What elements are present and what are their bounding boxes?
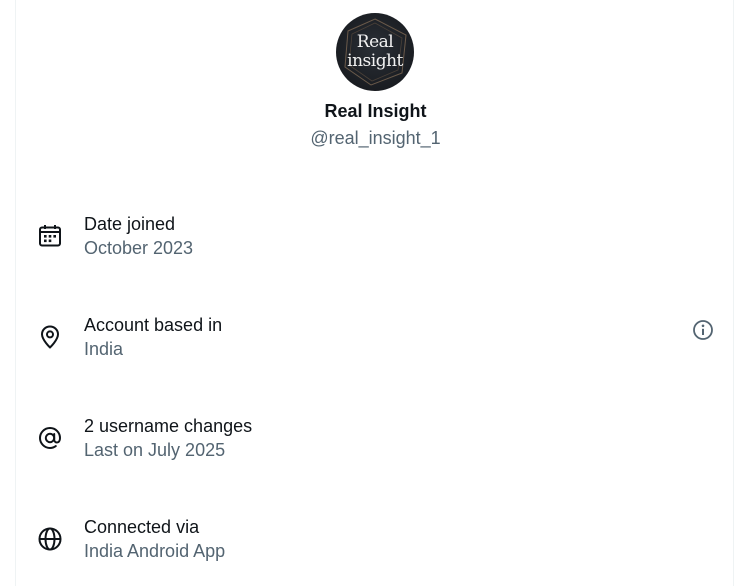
detail-row-account-based-in: Account based in India bbox=[16, 315, 735, 375]
handle: @real_insight_1 bbox=[310, 128, 441, 148]
detail-value: Last on July 2025 bbox=[84, 440, 226, 460]
detail-row-username-changes: 2 username changes Last on July 2025 bbox=[16, 416, 735, 476]
detail-title: Account based in bbox=[84, 315, 223, 335]
globe-icon bbox=[37, 526, 63, 552]
detail-value: October 2023 bbox=[84, 238, 194, 258]
detail-title: Connected via bbox=[84, 517, 200, 537]
detail-value: India bbox=[84, 339, 124, 359]
at-sign-icon bbox=[37, 425, 63, 451]
avatar-text-line1: Real bbox=[356, 32, 394, 52]
calendar-icon bbox=[37, 223, 63, 249]
location-pin-icon bbox=[37, 324, 63, 350]
detail-title: 2 username changes bbox=[84, 416, 253, 436]
about-account-panel: Real insight Real Insight @real_insight_… bbox=[15, 0, 734, 586]
info-icon[interactable] bbox=[692, 319, 714, 341]
detail-row-connected-via: Connected via India Android App bbox=[16, 517, 735, 577]
avatar[interactable]: Real insight bbox=[336, 13, 414, 91]
detail-title: Date joined bbox=[84, 214, 176, 234]
detail-value: India Android App bbox=[84, 541, 226, 561]
avatar-text-line2: insight bbox=[347, 51, 403, 71]
detail-row-date-joined: Date joined October 2023 bbox=[16, 214, 735, 274]
display-name: Real Insight bbox=[324, 101, 427, 121]
